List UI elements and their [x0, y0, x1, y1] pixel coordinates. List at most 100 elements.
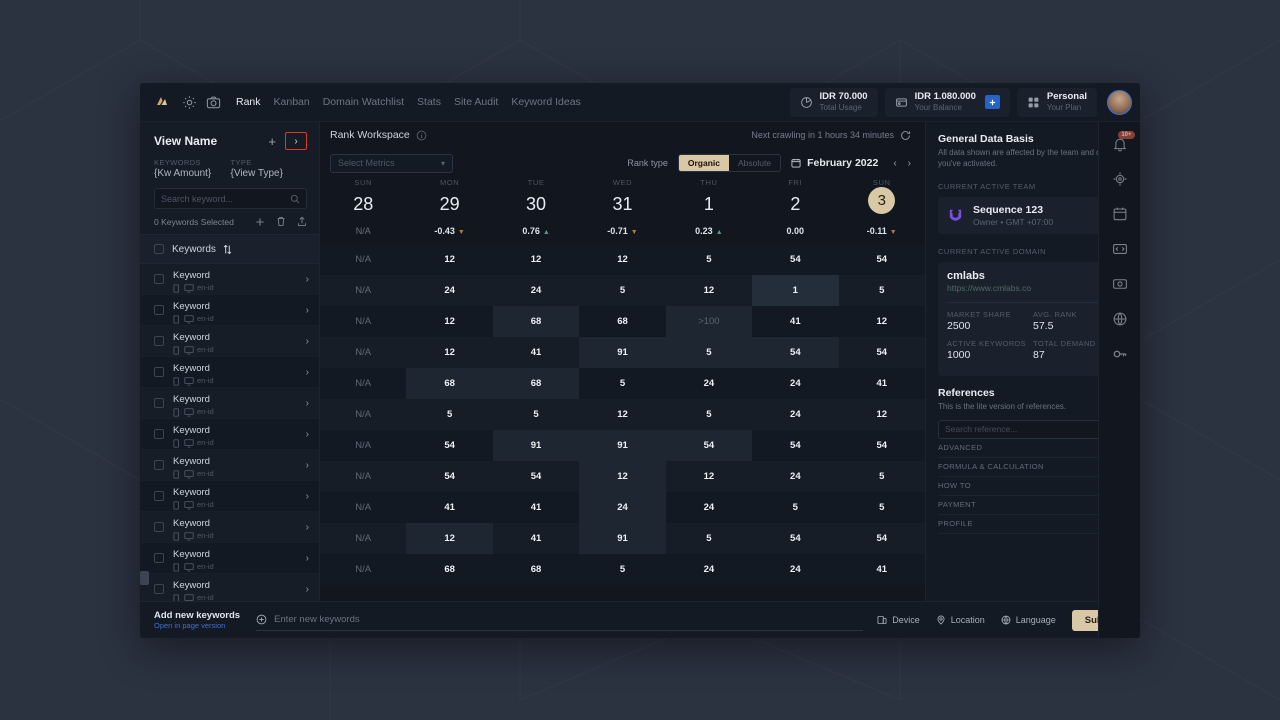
- rank-cell[interactable]: N/A: [320, 492, 406, 523]
- rank-cell[interactable]: 5: [666, 244, 752, 275]
- rank-cell[interactable]: 5: [839, 461, 925, 492]
- day-column-header[interactable]: THU 1: [666, 178, 752, 218]
- rank-cell[interactable]: 24: [666, 368, 752, 399]
- app-logo-icon[interactable]: [154, 94, 170, 110]
- keyword-row-checkbox[interactable]: [154, 584, 164, 594]
- rank-cell[interactable]: 54: [839, 244, 925, 275]
- sort-icon[interactable]: [223, 244, 232, 255]
- settings-gear-icon[interactable]: [182, 95, 197, 110]
- rank-cell[interactable]: 54: [665, 430, 753, 461]
- rank-cell[interactable]: 24: [752, 399, 838, 430]
- nav-item-stats[interactable]: Stats: [417, 96, 441, 108]
- calendar-icon[interactable]: [1112, 206, 1128, 222]
- keyword-row-expand-icon[interactable]: ›: [306, 367, 309, 378]
- keyword-row-expand-icon[interactable]: ›: [306, 460, 309, 471]
- topup-button[interactable]: [984, 95, 1000, 109]
- rank-cell[interactable]: 5: [579, 554, 665, 585]
- rank-cell[interactable]: 5: [666, 523, 752, 554]
- rank-cell[interactable]: 54: [839, 523, 925, 554]
- rank-cell[interactable]: 24: [406, 275, 492, 306]
- bell-icon[interactable]: 10+: [1112, 131, 1135, 152]
- rank-cell[interactable]: 41: [839, 368, 925, 399]
- rank-cell[interactable]: N/A: [320, 337, 406, 368]
- rank-cell[interactable]: N/A: [320, 275, 406, 306]
- keyword-row[interactable]: Keyword en-id ›: [140, 543, 319, 574]
- keyword-row-expand-icon[interactable]: ›: [306, 305, 309, 316]
- rank-cell[interactable]: 24: [493, 275, 579, 306]
- day-column-header[interactable]: WED 31: [579, 178, 665, 218]
- rank-cell[interactable]: 12: [666, 461, 752, 492]
- rank-cell[interactable]: 24: [666, 492, 752, 523]
- rank-cell[interactable]: 41: [493, 492, 579, 523]
- keyword-row[interactable]: Keyword en-id ›: [140, 512, 319, 543]
- rank-cell[interactable]: 54: [752, 244, 838, 275]
- rank-cell[interactable]: 68: [492, 306, 580, 337]
- rank-cell[interactable]: 54: [406, 461, 492, 492]
- rank-cell[interactable]: 12: [406, 337, 492, 368]
- total-usage-card[interactable]: IDR 70.000 Total Usage: [789, 87, 878, 117]
- rank-cell[interactable]: 12: [493, 244, 579, 275]
- rank-cell[interactable]: 54: [752, 523, 838, 554]
- collapse-sidebar-button[interactable]: ›: [285, 132, 307, 150]
- plan-card[interactable]: Personal Your Plan: [1016, 87, 1097, 117]
- rank-cell[interactable]: N/A: [320, 244, 406, 275]
- rank-cell[interactable]: 24: [752, 368, 838, 399]
- rank-type-organic[interactable]: Organic: [678, 155, 729, 171]
- rank-cell[interactable]: 12: [406, 523, 493, 554]
- keyword-row[interactable]: Keyword en-id ›: [140, 388, 319, 419]
- keyword-row-expand-icon[interactable]: ›: [306, 553, 309, 564]
- keyword-row[interactable]: Keyword en-id ›: [140, 264, 319, 295]
- rank-cell[interactable]: N/A: [320, 554, 406, 585]
- rank-cell[interactable]: 91: [579, 337, 666, 368]
- rank-cell[interactable]: 12: [579, 461, 666, 492]
- rank-cell[interactable]: 68: [493, 554, 579, 585]
- select-all-checkbox[interactable]: [154, 244, 164, 254]
- rank-cell[interactable]: 68: [406, 368, 493, 399]
- keyword-row-expand-icon[interactable]: ›: [306, 274, 309, 285]
- day-column-header[interactable]: TUE 30: [493, 178, 579, 218]
- keywords-scrollbar-thumb[interactable]: [140, 571, 149, 585]
- rank-cell[interactable]: 54: [839, 337, 925, 368]
- rank-cell[interactable]: 5: [666, 399, 752, 430]
- day-column-header[interactable]: SUN 3: [839, 178, 925, 218]
- rank-cell[interactable]: 41: [839, 554, 925, 585]
- rank-type-absolute[interactable]: Absolute: [729, 155, 780, 171]
- nav-item-domain-watchlist[interactable]: Domain Watchlist: [323, 96, 404, 108]
- keyword-row-expand-icon[interactable]: ›: [306, 522, 309, 533]
- rank-cell[interactable]: 54: [406, 430, 492, 461]
- keyword-row-checkbox[interactable]: [154, 336, 164, 346]
- rank-cell[interactable]: N/A: [320, 399, 406, 430]
- rank-cell[interactable]: 41: [406, 492, 492, 523]
- sync-icon[interactable]: [1112, 171, 1128, 187]
- day-column-header[interactable]: SUN 28: [320, 178, 406, 218]
- keyword-row-checkbox[interactable]: [154, 491, 164, 501]
- keywords-list[interactable]: Keyword en-id › Keyword en-id › Keyword en-id › K…: [140, 264, 319, 601]
- language-option[interactable]: Language: [1001, 615, 1056, 625]
- rank-cell[interactable]: 5: [839, 492, 925, 523]
- rank-cell[interactable]: N/A: [320, 523, 406, 554]
- rank-cell[interactable]: 5: [579, 368, 665, 399]
- day-column-header[interactable]: MON 29: [406, 178, 492, 218]
- nav-item-site-audit[interactable]: Site Audit: [454, 96, 498, 108]
- rank-cell[interactable]: 1: [752, 275, 839, 306]
- rank-cell[interactable]: 5: [406, 399, 492, 430]
- device-option[interactable]: Device: [877, 615, 920, 625]
- rank-cell[interactable]: 54: [752, 430, 838, 461]
- rank-cell[interactable]: 24: [666, 554, 752, 585]
- keyword-row-expand-icon[interactable]: ›: [306, 398, 309, 409]
- rank-cell[interactable]: N/A: [320, 430, 406, 461]
- rank-cell[interactable]: N/A: [320, 368, 406, 399]
- balance-card[interactable]: IDR 1.080.000 Your Balance: [884, 87, 1010, 117]
- rank-cell[interactable]: 68: [406, 554, 492, 585]
- rank-cell[interactable]: N/A: [320, 306, 406, 337]
- rank-cell[interactable]: 12: [839, 399, 925, 430]
- day-column-header[interactable]: FRI 2: [752, 178, 838, 218]
- rank-cell[interactable]: N/A: [320, 461, 406, 492]
- camera-icon[interactable]: [206, 95, 221, 110]
- keyword-row[interactable]: Keyword en-id ›: [140, 481, 319, 512]
- reference-search-input[interactable]: [945, 424, 1112, 435]
- new-keywords-field[interactable]: [256, 609, 864, 631]
- avatar[interactable]: [1107, 89, 1132, 115]
- search-input[interactable]: [161, 193, 290, 204]
- keyword-row-checkbox[interactable]: [154, 460, 164, 470]
